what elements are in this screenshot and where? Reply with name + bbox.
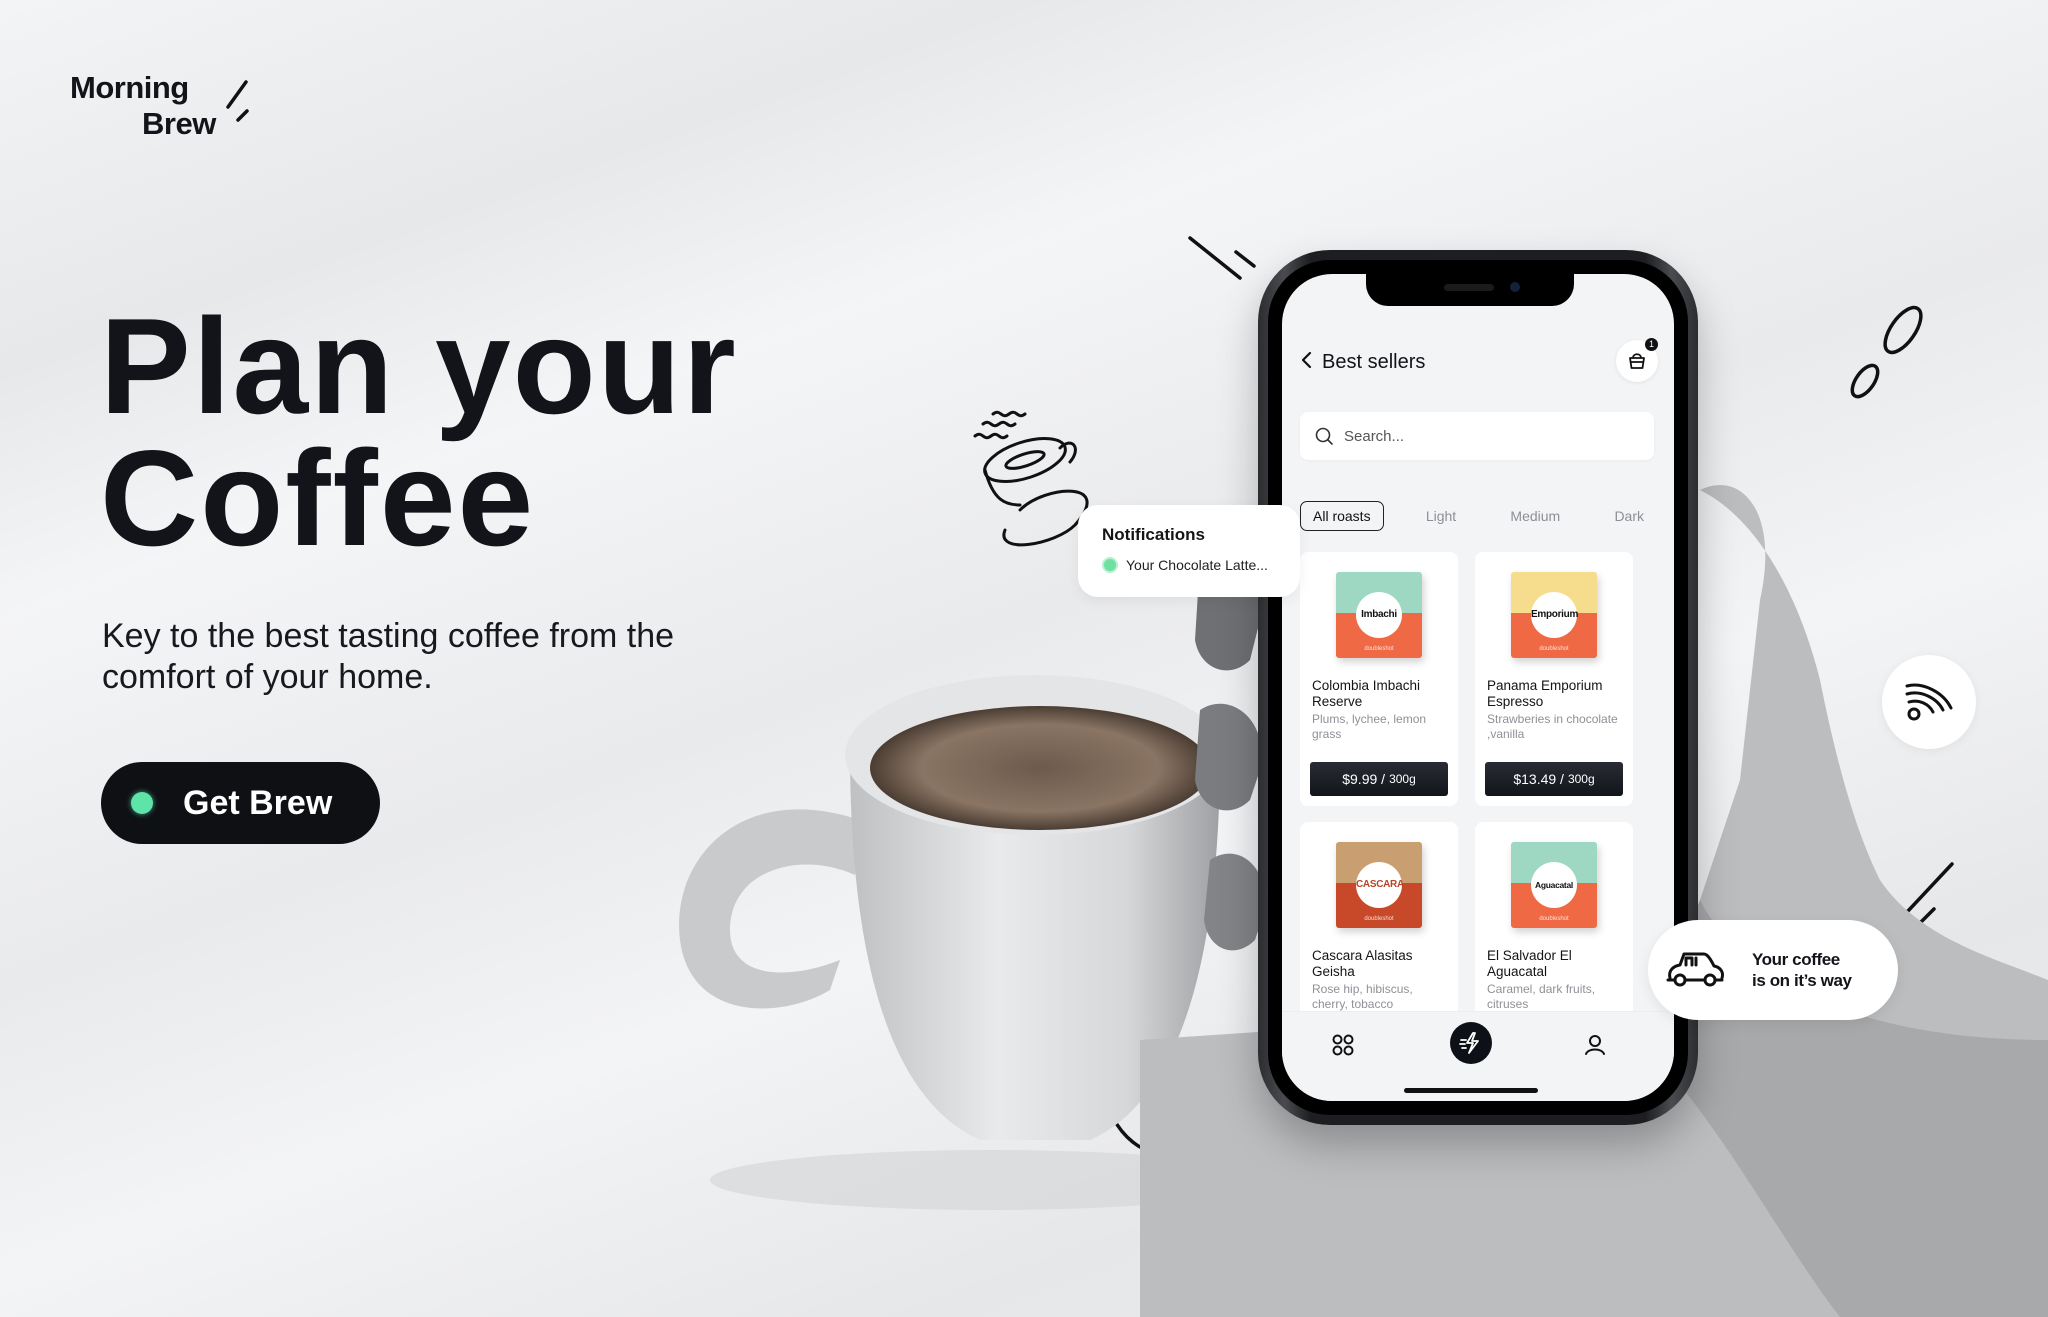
price-value: $13.49 / <box>1513 771 1564 787</box>
bottom-tab-bar <box>1282 1011 1674 1101</box>
cart-button[interactable]: 1 <box>1616 338 1658 382</box>
bag-brand: doubleshot <box>1539 916 1569 922</box>
search-bar <box>1300 412 1654 460</box>
screen-title: Best sellers <box>1322 350 1426 373</box>
product-image: CASCARA doubleshot <box>1336 842 1422 928</box>
status-dot-icon <box>1102 557 1118 573</box>
product-name: Colombia Imbachi Reserve <box>1312 678 1421 709</box>
grid-icon <box>1332 1034 1354 1056</box>
bag-label: Aguacatal <box>1531 862 1577 908</box>
product-image: Emporium doubleshot <box>1511 572 1597 658</box>
price-unit: 300g <box>1567 772 1595 786</box>
phone-mockup: Best sellers 1 All roasts Light Medium D… <box>1258 250 1698 1125</box>
car-icon <box>1666 952 1724 987</box>
home-indicator <box>1404 1088 1538 1093</box>
status-dot-icon <box>131 792 153 814</box>
hero-subtitle: Key to the best tasting coffee from the … <box>102 617 675 696</box>
price-button[interactable]: $9.99 /300g <box>1310 762 1448 796</box>
product-image: Aguacatal doubleshot <box>1511 842 1597 928</box>
tab-home[interactable] <box>1328 1030 1358 1060</box>
logo-line-1: Morning <box>70 70 189 105</box>
product-image: Imbachi doubleshot <box>1336 572 1422 658</box>
product-notes: Rose hip, hibiscus, cherry, tobacco <box>1312 982 1413 1011</box>
tab-dark[interactable]: Dark <box>1602 501 1656 531</box>
price-button[interactable]: $13.49 /300g <box>1485 762 1623 796</box>
tab-light[interactable]: Light <box>1414 501 1468 531</box>
product-name: Cascara Alasitas Geisha <box>1312 948 1413 979</box>
bag-brand: doubleshot <box>1539 646 1569 652</box>
shopping-bag-icon <box>1629 353 1645 369</box>
contactless-icon <box>1905 683 1953 721</box>
search-icon <box>1315 427 1333 445</box>
contactless-button[interactable] <box>1882 655 1976 749</box>
bag-brand: doubleshot <box>1364 916 1394 922</box>
cart-count-badge: 1 <box>1645 338 1658 351</box>
product-card[interactable]: Imbachi doubleshot Colombia Imbachi Rese… <box>1300 552 1458 806</box>
product-grid: Imbachi doubleshot Colombia Imbachi Rese… <box>1300 552 1654 1076</box>
price-value: $9.99 / <box>1342 771 1386 787</box>
get-brew-label: Get Brew <box>183 783 333 822</box>
delivery-status-card[interactable]: Your coffee is on it’s way <box>1648 920 1898 1020</box>
app-header: Best sellers 1 <box>1300 338 1658 384</box>
hero-title-line-2: Coffee <box>100 422 536 574</box>
product-notes: Caramel, dark fruits, citruses <box>1487 982 1596 1011</box>
search-input[interactable] <box>1344 427 1524 445</box>
tab-profile[interactable] <box>1580 1030 1610 1060</box>
user-icon <box>1585 1035 1605 1055</box>
product-name: Panama Emporium Espresso <box>1487 678 1603 709</box>
get-brew-button[interactable]: Get Brew <box>101 762 380 844</box>
tab-medium[interactable]: Medium <box>1498 501 1572 531</box>
tab-all-roasts[interactable]: All roasts <box>1300 501 1384 531</box>
lightning-icon <box>1459 1032 1479 1054</box>
notification-message: Your Chocolate Latte... <box>1126 557 1268 573</box>
delivery-line-2: is on it’s way <box>1752 971 1852 990</box>
hero-title: Plan your Coffee <box>100 290 738 574</box>
phone-notch <box>1366 274 1574 306</box>
product-notes: Strawberies in chocolate ,vanilla <box>1487 712 1618 741</box>
delivery-line-1: Your coffee <box>1752 950 1840 969</box>
tab-quick-order[interactable] <box>1450 1022 1492 1064</box>
bag-brand: doubleshot <box>1364 646 1394 652</box>
roast-filter-tabs: All roasts Light Medium Dark <box>1300 500 1656 532</box>
chevron-left-icon[interactable] <box>1300 349 1318 375</box>
product-name: El Salvador El Aguacatal <box>1487 948 1572 979</box>
logo-line-2: Brew <box>142 106 216 141</box>
notification-card[interactable]: Notifications Your Chocolate Latte... <box>1078 505 1300 597</box>
bag-label: CASCARA <box>1356 862 1404 908</box>
notification-title: Notifications <box>1102 525 1205 544</box>
hero-title-line-1: Plan your <box>100 290 738 442</box>
brand-logo[interactable]: Morning Brew <box>70 70 216 142</box>
app-screen: Best sellers 1 All roasts Light Medium D… <box>1282 274 1674 1101</box>
product-card[interactable]: Emporium doubleshot Panama Emporium Espr… <box>1475 552 1633 806</box>
bag-label: Emporium <box>1531 592 1578 638</box>
bag-label: Imbachi <box>1356 592 1402 638</box>
price-unit: 300g <box>1389 772 1416 786</box>
product-notes: Plums, lychee, lemon grass <box>1312 712 1427 741</box>
